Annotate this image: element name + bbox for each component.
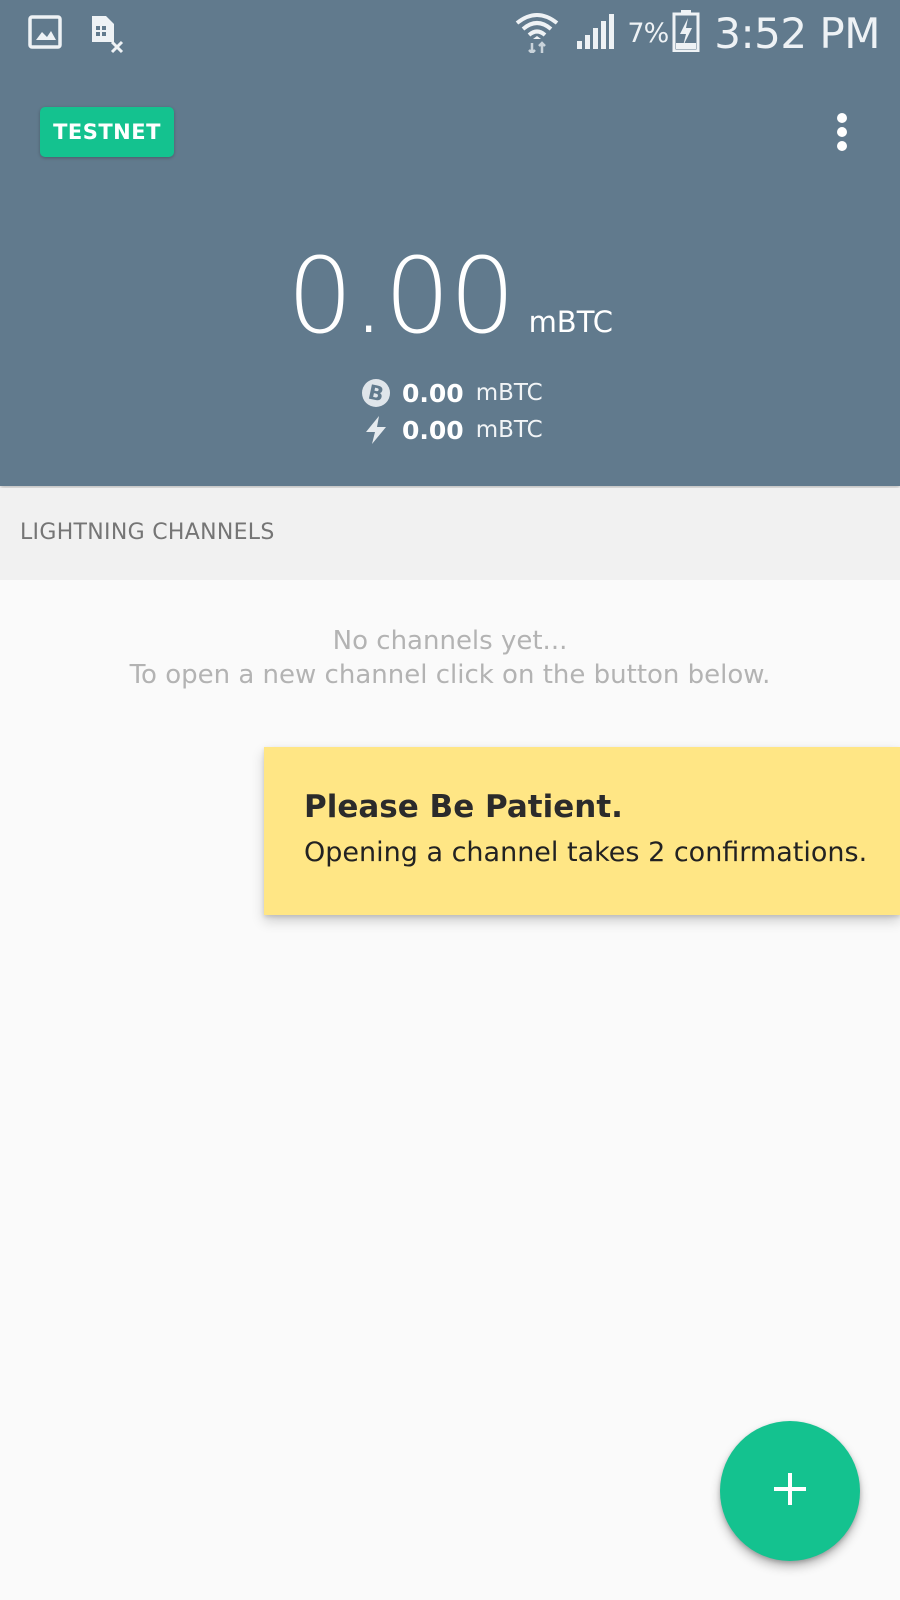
wifi-icon — [515, 9, 559, 57]
clock: 3:52 PM — [714, 8, 880, 58]
cell-signal-icon — [575, 11, 615, 55]
empty-state-hint: To open a new channel click on the butto… — [129, 660, 771, 690]
balance-header: 7% 3:52 PM TESTNET 0.00 mBTC B 0.00 mBTC… — [0, 0, 900, 486]
total-balance-unit: mBTC — [528, 305, 613, 339]
total-balance: 0.00 mBTC — [0, 238, 900, 354]
menu-dot — [837, 113, 847, 123]
channels-section-header: LIGHTNING CHANNELS — [0, 488, 900, 580]
menu-dot — [837, 127, 847, 137]
battery-percent: 7% — [627, 17, 669, 49]
section-title: LIGHTNING CHANNELS — [20, 520, 275, 545]
gallery-icon — [28, 14, 64, 50]
onchain-balance-unit: mBTC — [475, 380, 543, 406]
lightning-balance-value: 0.00 — [402, 415, 464, 445]
status-indicators: 7% 3:52 PM — [505, 6, 880, 60]
empty-state-title: No channels yet... — [332, 626, 568, 656]
sim-card-off-icon — [88, 14, 124, 54]
lightning-balance: 0.00 mBTC — [360, 412, 543, 448]
toast-body: Opening a channel takes 2 confirmations. — [304, 837, 868, 868]
lightning-balance-unit: mBTC — [475, 417, 543, 443]
wallet-screen: 7% 3:52 PM TESTNET 0.00 mBTC B 0.00 mBTC… — [0, 0, 900, 1600]
confirmation-toast[interactable]: Please Be Patient. Opening a channel tak… — [264, 747, 900, 915]
plus-icon — [772, 1471, 808, 1511]
add-channel-button[interactable] — [720, 1421, 860, 1561]
toast-title: Please Be Patient. — [304, 789, 623, 825]
total-balance-value: 0.00 — [287, 235, 516, 357]
lightning-bolt-icon — [360, 414, 392, 446]
onchain-balance: B 0.00 mBTC — [360, 375, 543, 411]
battery-charging-icon — [672, 10, 700, 56]
onchain-balance-value: 0.00 — [402, 378, 464, 408]
bitcoin-icon: B — [360, 377, 392, 409]
menu-dot — [837, 141, 847, 151]
more-vert-icon[interactable] — [820, 108, 864, 156]
network-badge: TESTNET — [40, 107, 174, 157]
status-bar: 7% 3:52 PM — [0, 0, 900, 66]
